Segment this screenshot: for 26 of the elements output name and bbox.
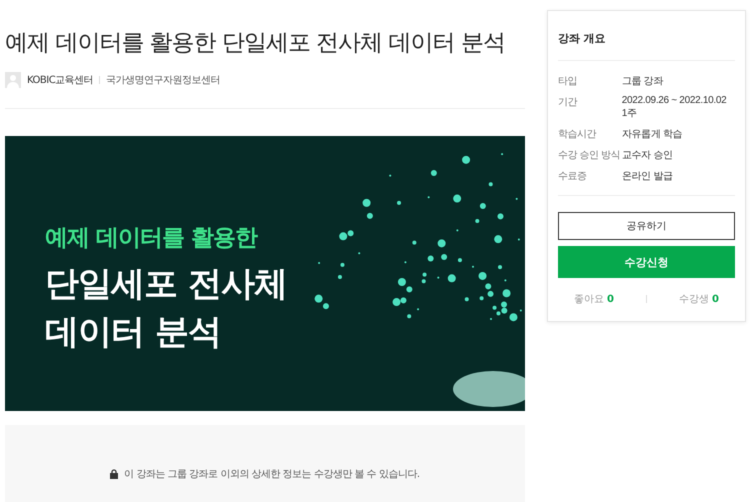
info-value: 그룹 강좌 xyxy=(622,75,664,88)
author-name[interactable]: KOBIC교육센터 xyxy=(27,73,94,87)
notice-text: 이 강좌는 그룹 강좌로 이외의 상세한 정보는 수강생만 볼 수 있습니다. xyxy=(124,468,420,481)
info-value: 교수자 승인 xyxy=(622,149,673,162)
avatar-icon xyxy=(5,72,21,88)
course-title: 예제 데이터를 활용한 단일세포 전사체 데이터 분석 xyxy=(5,29,506,58)
info-value: 온라인 발급 xyxy=(622,170,673,183)
info-label: 수료증 xyxy=(558,170,588,183)
banner-subtitle: 예제 데이터를 활용한 xyxy=(45,224,259,253)
info-value: 2022.09.26 ~ 2022.10.02 xyxy=(622,95,726,106)
info-label: 기간 xyxy=(558,96,578,110)
banner-headline: 단일세포 전사체 xyxy=(45,263,287,306)
info-label: 수강 승인 방식 xyxy=(558,149,622,162)
lock-icon xyxy=(110,468,118,479)
stat-label: 좋아요 xyxy=(574,294,604,305)
stat-count: 0 xyxy=(712,294,719,305)
info-value: 1주 xyxy=(622,107,638,120)
overview-title: 강좌 개요 xyxy=(558,31,607,46)
stat-count: 0 xyxy=(606,294,614,305)
share-button[interactable]: 공유하기 xyxy=(558,212,735,240)
stat-label: 수강생 xyxy=(678,294,709,305)
author-organization: 국가생명연구자원정보센터 xyxy=(106,74,220,87)
info-label: 타입 xyxy=(558,75,578,88)
info-value: 자유롭게 학습 xyxy=(622,128,682,141)
banner-headline: 데이터 분석 xyxy=(45,310,222,354)
info-label: 학습시간 xyxy=(558,128,598,141)
